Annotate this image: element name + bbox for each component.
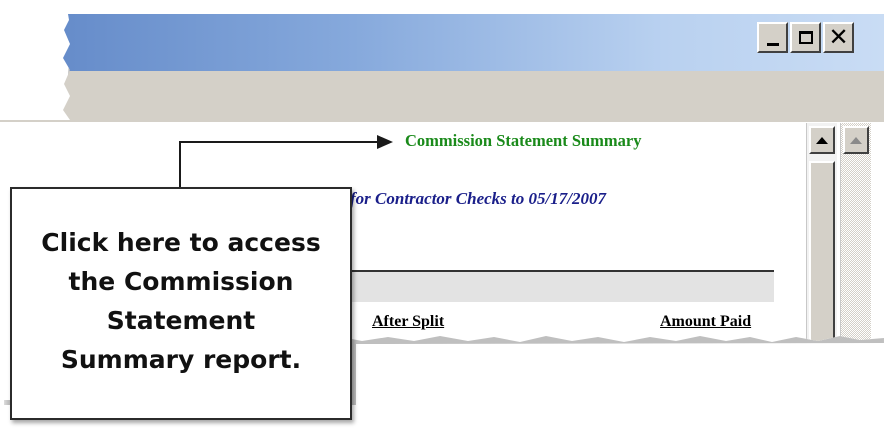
inner-vertical-scrollbar[interactable] — [806, 123, 837, 361]
close-icon: ✕ — [828, 22, 849, 51]
inner-scroll-up-button[interactable] — [809, 126, 835, 154]
column-header-amount-paid: Amount Paid — [660, 313, 752, 330]
column-header-after-split: After Split — [372, 313, 445, 330]
scroll-up-arrow-icon — [850, 136, 862, 144]
callout-line-3: Statement — [106, 306, 256, 335]
report-title-link[interactable]: Commission Statement Summary — [405, 131, 642, 151]
outer-scroll-up-button[interactable] — [843, 126, 869, 154]
outer-vertical-scrollbar[interactable] — [840, 123, 871, 353]
callout-line-2: the Commission — [68, 267, 294, 296]
menu-bar — [0, 71, 884, 123]
maximize-icon — [798, 31, 813, 44]
close-button[interactable]: ✕ — [823, 22, 854, 53]
maximize-button[interactable] — [790, 22, 821, 53]
inner-scroll-thumb[interactable] — [809, 161, 835, 361]
callout-line-1: Click here to access — [41, 228, 321, 257]
minimize-button[interactable] — [757, 22, 788, 53]
callout-line-4: Summary report. — [60, 345, 302, 374]
report-subtitle: for Contractor Checks to 05/17/2007 — [350, 189, 606, 208]
minimize-icon — [766, 43, 779, 46]
instruction-callout: Click here to access the Commission Stat… — [10, 187, 352, 420]
header-band — [350, 272, 774, 302]
title-bar[interactable] — [0, 14, 884, 71]
scroll-up-arrow-icon — [816, 136, 828, 144]
